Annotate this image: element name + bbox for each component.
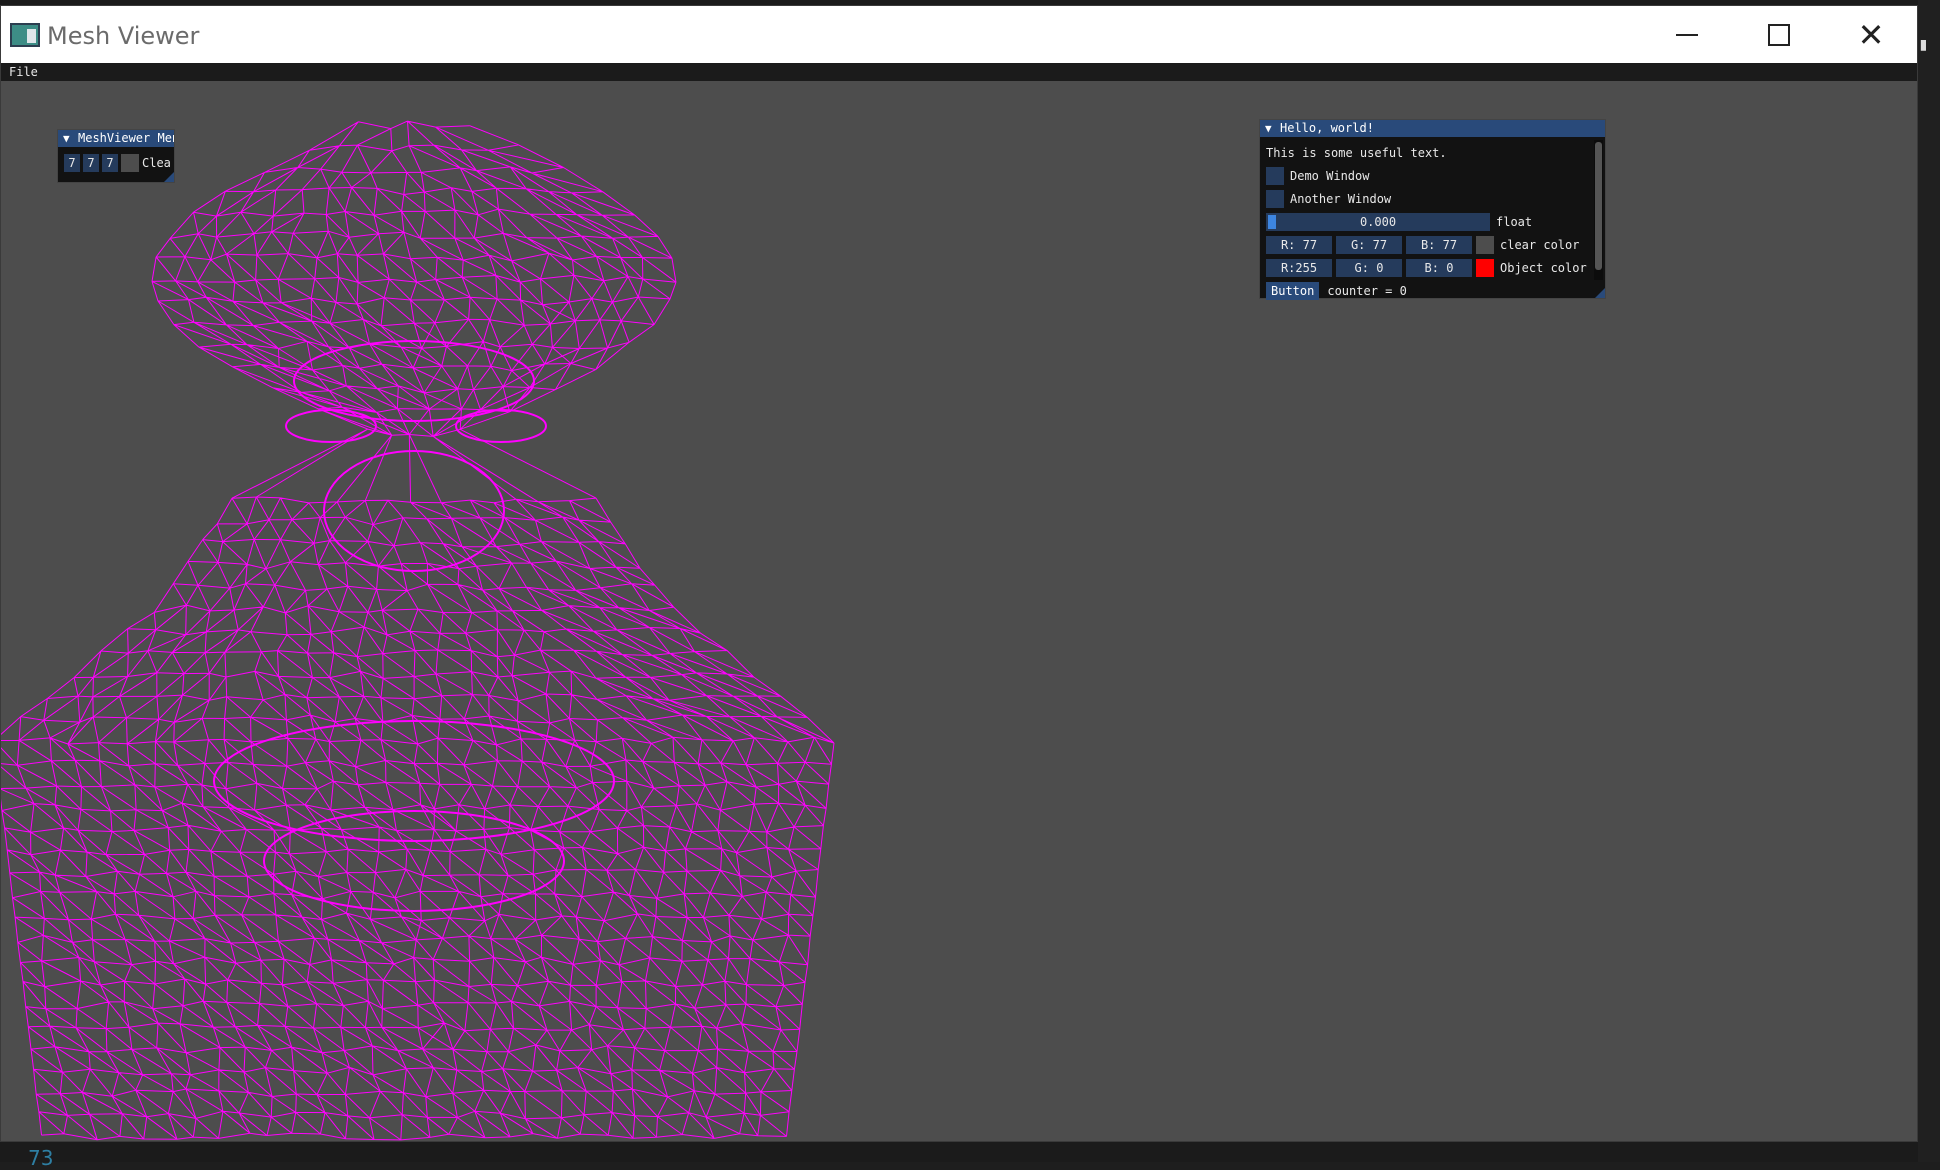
slider-value: 0.000 [1359, 214, 1397, 229]
clear-color-label: clear color [1500, 237, 1580, 252]
close-button[interactable]: ✕ [1825, 6, 1917, 63]
value-field-1[interactable]: 7 [64, 154, 80, 172]
meshviewer-panel-header[interactable]: ▼ MeshViewer Men [58, 130, 174, 147]
object-color-swatch[interactable] [1476, 258, 1494, 277]
counter-button[interactable]: Button [1266, 281, 1320, 300]
background-strip-right [1918, 0, 1940, 1162]
collapse-triangle-icon[interactable]: ▼ [63, 130, 70, 147]
background-strip-bottom: 73 [0, 1142, 1918, 1170]
another-window-checkbox[interactable] [1266, 189, 1284, 208]
hello-world-panel[interactable]: ▼ Hello, world! This is some useful text… [1259, 119, 1606, 300]
minimize-icon [1676, 33, 1698, 36]
minimize-button[interactable] [1641, 6, 1733, 63]
float-label: float [1496, 214, 1533, 229]
title-bar[interactable]: Mesh Viewer ✕ [1, 6, 1917, 63]
menu-file[interactable]: File [9, 65, 38, 79]
maximize-button[interactable] [1733, 6, 1825, 63]
object-color-g[interactable]: G: 0 [1336, 258, 1402, 277]
bookmark-icon: ▮ [1918, 34, 1929, 55]
object-color-b[interactable]: B: 0 [1406, 258, 1472, 277]
float-slider[interactable]: 0.000 [1266, 212, 1490, 231]
value-field-3[interactable]: 7 [102, 154, 118, 172]
3d-viewport[interactable]: ▼ MeshViewer Men 7 7 7 Clea ▼ Hello, wor… [1, 81, 1917, 1141]
maximize-icon [1768, 23, 1790, 46]
mesh-feature-loop [323, 450, 505, 572]
value-field-2[interactable]: 7 [83, 154, 99, 172]
resize-grip[interactable] [1595, 288, 1605, 298]
clear-color-b[interactable]: B: 77 [1406, 235, 1472, 254]
mesh-wireframe-lines [1, 120, 835, 1141]
mesh-viewer-window: Mesh Viewer ✕ File ▼ MeshViewer Men 7 7 … [0, 5, 1918, 1142]
meshviewer-panel-title: MeshViewer Men [78, 131, 174, 145]
collapse-triangle-icon[interactable]: ▼ [1265, 120, 1272, 137]
close-icon: ✕ [1857, 15, 1885, 54]
demo-window-checkbox[interactable] [1266, 166, 1284, 185]
another-window-label: Another Window [1290, 191, 1392, 206]
app-icon [10, 23, 40, 47]
window-title: Mesh Viewer [47, 22, 200, 50]
wireframe-mesh [1, 120, 835, 1141]
clear-color-g[interactable]: G: 77 [1336, 235, 1402, 254]
menu-bar: File [1, 63, 1917, 81]
meshviewer-panel[interactable]: ▼ MeshViewer Men 7 7 7 Clea [57, 129, 175, 183]
object-color-label: Object color [1500, 260, 1587, 275]
meshviewer-label: Clea [142, 156, 171, 170]
resize-grip[interactable] [164, 172, 174, 182]
background-text-fragment: 73 [28, 1146, 54, 1170]
demo-window-label: Demo Window [1290, 168, 1370, 183]
object-color-r[interactable]: R:255 [1266, 258, 1332, 277]
clear-color-swatch[interactable] [1476, 235, 1494, 254]
mesh-feature-loop [285, 409, 377, 443]
useful-text: This is some useful text. [1266, 145, 1447, 160]
panel-scrollbar[interactable] [1594, 140, 1603, 280]
clear-color-r[interactable]: R: 77 [1266, 235, 1332, 254]
color-swatch[interactable] [121, 154, 139, 172]
counter-text: counter = 0 [1327, 283, 1407, 298]
hello-panel-title: Hello, world! [1280, 121, 1374, 135]
hello-panel-header[interactable]: ▼ Hello, world! [1260, 120, 1605, 137]
scrollbar-thumb[interactable] [1595, 142, 1602, 270]
